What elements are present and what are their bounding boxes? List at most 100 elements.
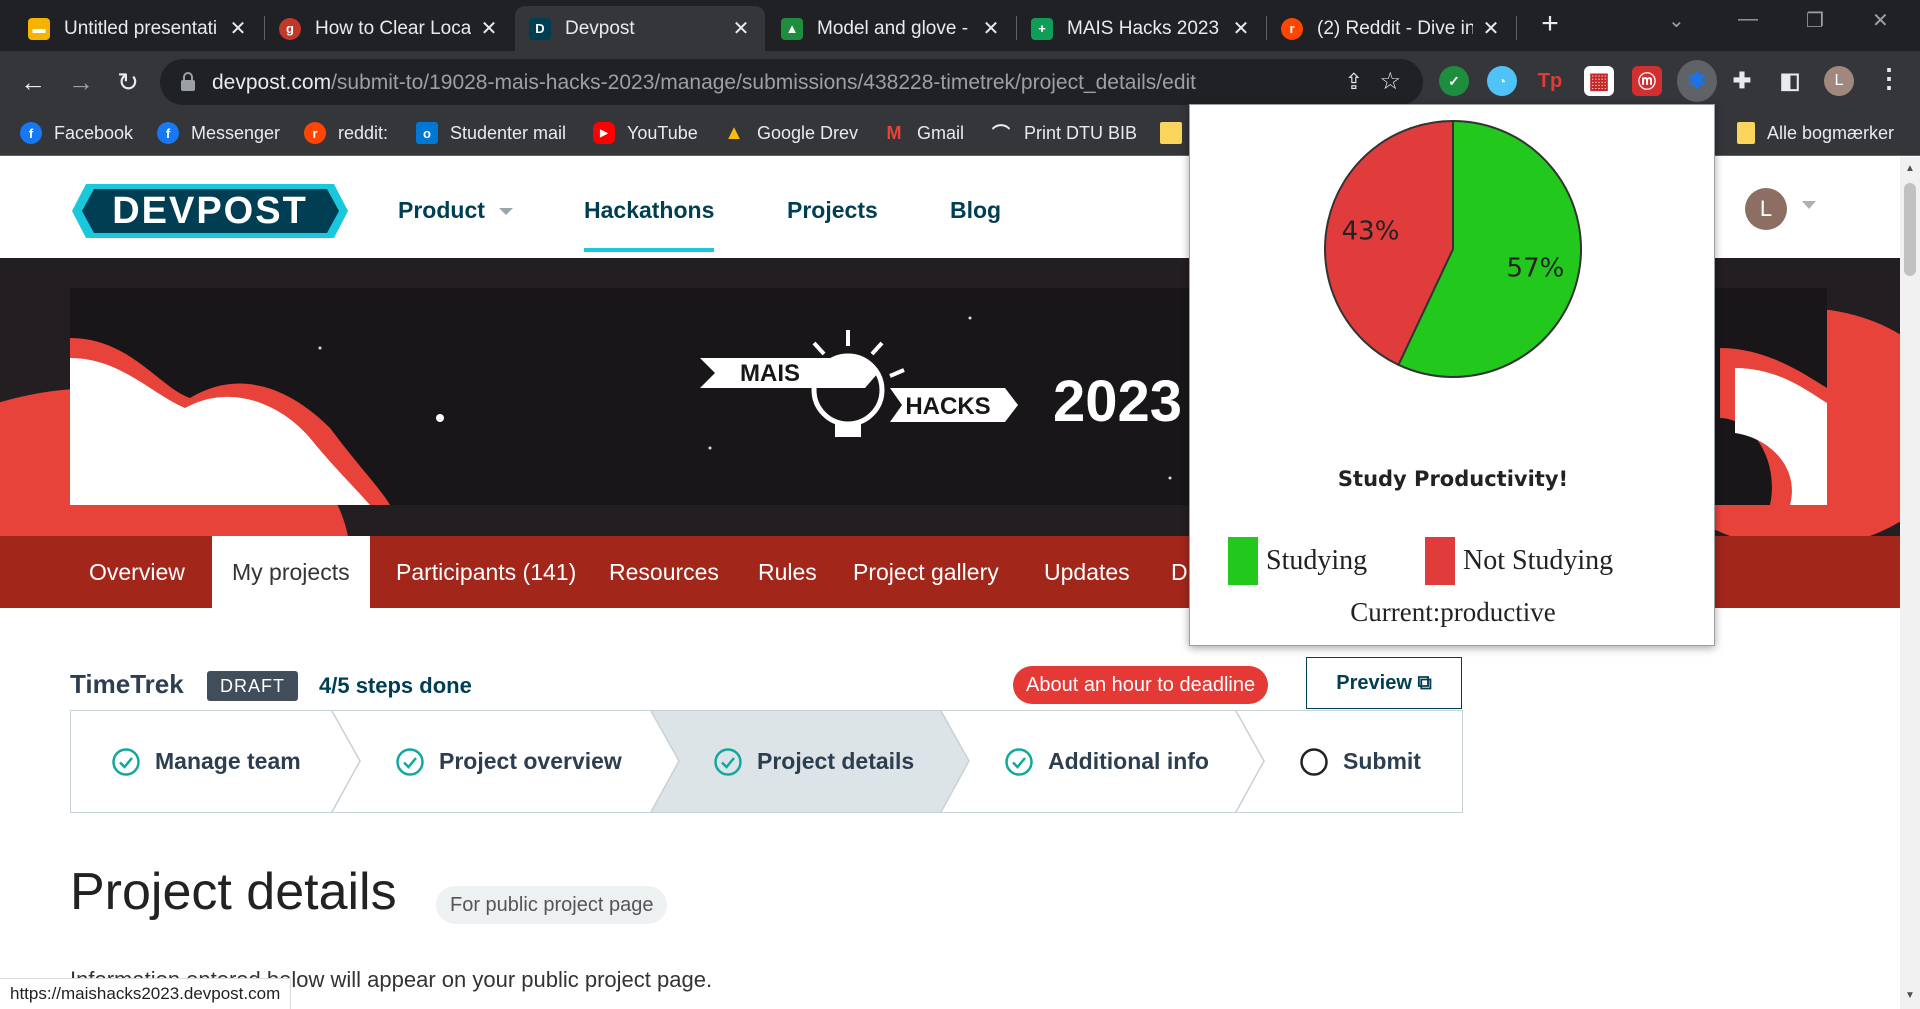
- share-icon[interactable]: ⇪: [1345, 69, 1363, 95]
- step-additional-info[interactable]: Additional info: [1004, 711, 1209, 812]
- nav-projects[interactable]: Projects: [787, 197, 878, 224]
- avatar[interactable]: L: [1745, 188, 1787, 230]
- lock-icon: [181, 72, 195, 91]
- sheets-icon: +: [1031, 17, 1053, 40]
- gmail-icon: M: [886, 122, 902, 143]
- bookmark-item[interactable]: ⌒ Print DTU BIB: [990, 122, 1137, 145]
- nav-hackathons[interactable]: Hackathons: [584, 197, 715, 252]
- preview-button[interactable]: Preview ⧉: [1306, 657, 1462, 709]
- nav-product-label: Product: [398, 197, 485, 223]
- facebook-icon: f: [20, 122, 42, 144]
- check-circle-icon: [714, 747, 742, 776]
- scroll-down-icon[interactable]: ▼: [1905, 990, 1915, 1001]
- close-icon[interactable]: ✕: [228, 16, 248, 41]
- chevron-down-icon: [498, 208, 513, 216]
- bookmark-item[interactable]: f Facebook: [20, 122, 133, 144]
- page-title: Project details: [70, 863, 397, 921]
- legend-swatch: [1228, 537, 1258, 585]
- puzzle-extension-icon[interactable]: ✱: [1677, 60, 1717, 102]
- bookmark-item[interactable]: ▲ Google Drev: [723, 122, 858, 144]
- page-scrollbar[interactable]: ▲ ▼: [1900, 157, 1920, 1009]
- nav-product[interactable]: Product: [398, 197, 513, 224]
- legend-item-not-studying: Not Studying: [1425, 537, 1613, 585]
- close-window-icon[interactable]: ✕: [1872, 8, 1889, 33]
- legend-swatch: [1425, 537, 1455, 585]
- step-label: Project overview: [439, 748, 622, 774]
- calendar-extension-icon[interactable]: ▦: [1584, 66, 1614, 96]
- restore-icon[interactable]: ❐: [1806, 8, 1824, 33]
- url-text[interactable]: devpost.com/submit-to/19028-mais-hacks-2…: [212, 71, 1196, 95]
- side-panel-icon[interactable]: ◧: [1775, 66, 1805, 96]
- scroll-up-icon[interactable]: ▲: [1905, 163, 1915, 174]
- banner-mais-text: MAIS: [740, 360, 800, 387]
- tab-strip: ▬ Untitled presentati ✕ g How to Clear L…: [0, 0, 1920, 51]
- tab-resources[interactable]: Resources: [589, 536, 739, 608]
- folder-icon: [1737, 122, 1755, 144]
- step-project-overview[interactable]: Project overview: [395, 711, 622, 812]
- scrollbar-thumb[interactable]: [1904, 183, 1916, 276]
- bookmark-label: Facebook: [54, 122, 134, 143]
- url-path: /submit-to/19028-mais-hacks-2023/manage/…: [331, 71, 1196, 94]
- bookmark-star-icon[interactable]: ☆: [1379, 67, 1401, 96]
- close-icon[interactable]: ✕: [731, 16, 751, 41]
- browser-tab[interactable]: ▲ Model and glove - ✕: [767, 6, 1015, 51]
- back-icon[interactable]: ←: [18, 67, 48, 97]
- new-tab-button[interactable]: +: [1535, 9, 1565, 40]
- browser-tab[interactable]: + MAIS Hacks 2023 J ✕: [1017, 6, 1265, 51]
- check-circle-icon: [112, 747, 140, 776]
- google-drive-icon: ▲: [781, 17, 803, 40]
- productivity-status: Current:productive: [1350, 597, 1556, 627]
- tab-title: Untitled presentati: [64, 17, 218, 39]
- tab-project-gallery[interactable]: Project gallery: [833, 536, 1019, 608]
- shield-extension-icon[interactable]: ✓: [1439, 66, 1469, 96]
- address-bar[interactable]: devpost.com/submit-to/19028-mais-hacks-2…: [160, 59, 1423, 105]
- tab-my-projects[interactable]: My projects: [212, 536, 370, 608]
- banner-hacks-text: HACKS: [905, 393, 990, 420]
- dtu-icon: ⌒: [992, 124, 1010, 144]
- bookmark-item[interactable]: ▶ YouTube: [593, 122, 698, 144]
- browser-tab-active[interactable]: D Devpost ✕: [515, 6, 765, 51]
- profile-avatar[interactable]: L: [1824, 66, 1854, 96]
- all-bookmarks[interactable]: Alle bogmærker: [1737, 122, 1894, 144]
- extension-popup: 57% 43% Study Productivity! Studying Not …: [1189, 104, 1715, 646]
- bookmark-label: YouTube: [627, 122, 698, 143]
- tab-updates[interactable]: Updates: [1024, 536, 1150, 608]
- tab-rules[interactable]: Rules: [738, 536, 837, 608]
- browser-tab[interactable]: r (2) Reddit - Dive in ✕: [1267, 6, 1515, 51]
- submission-steps: Manage team Project overview Project det…: [70, 710, 1463, 813]
- close-icon[interactable]: ✕: [1481, 16, 1501, 41]
- devpost-logo[interactable]: DEVPOST: [72, 184, 348, 238]
- close-icon[interactable]: ✕: [479, 16, 499, 41]
- step-project-details[interactable]: Project details: [713, 711, 914, 812]
- tab-title: How to Clear Local: [315, 17, 471, 39]
- browser-menu-icon[interactable]: ⋮: [1876, 63, 1902, 94]
- minimize-icon[interactable]: —: [1738, 8, 1758, 31]
- tab-participants[interactable]: Participants (141): [376, 536, 596, 608]
- reload-icon[interactable]: ↻: [113, 67, 143, 97]
- all-bookmarks-label: Alle bogmærker: [1767, 122, 1895, 143]
- bookmark-item[interactable]: M Gmail: [883, 122, 965, 144]
- close-icon[interactable]: ✕: [981, 16, 1001, 41]
- devpost-logo-text: DEVPOST: [112, 190, 308, 232]
- bookmark-label: Messenger: [191, 122, 281, 143]
- empty-circle-icon: [1300, 747, 1328, 776]
- tab-overview[interactable]: Overview: [69, 536, 205, 608]
- bookmark-item[interactable]: o Studenter mail: [416, 122, 566, 144]
- chart-extension-icon[interactable]: ◔: [1487, 66, 1517, 96]
- chevron-down-icon[interactable]: [1802, 201, 1816, 209]
- bookmark-item[interactable]: f Messenger: [157, 122, 280, 144]
- mendeley-extension-icon[interactable]: ⓜ: [1632, 66, 1662, 96]
- close-icon[interactable]: ✕: [1231, 16, 1251, 41]
- browser-tab[interactable]: ▬ Untitled presentati ✕: [14, 6, 262, 51]
- tab-title: Model and glove -: [817, 17, 969, 39]
- browser-tab[interactable]: g How to Clear Local ✕: [265, 6, 513, 51]
- nav-blog[interactable]: Blog: [950, 197, 1001, 224]
- step-submit[interactable]: Submit: [1299, 711, 1421, 812]
- bookmark-item[interactable]: r reddit:: [304, 122, 388, 144]
- step-manage-team[interactable]: Manage team: [111, 711, 301, 812]
- forward-icon[interactable]: →: [66, 67, 96, 97]
- extensions-menu-icon[interactable]: ✚: [1727, 66, 1757, 96]
- tp-extension-icon[interactable]: Tp: [1535, 66, 1565, 96]
- legend-item-studying: Studying: [1228, 537, 1367, 585]
- tab-search-icon[interactable]: ⌄: [1668, 8, 1685, 33]
